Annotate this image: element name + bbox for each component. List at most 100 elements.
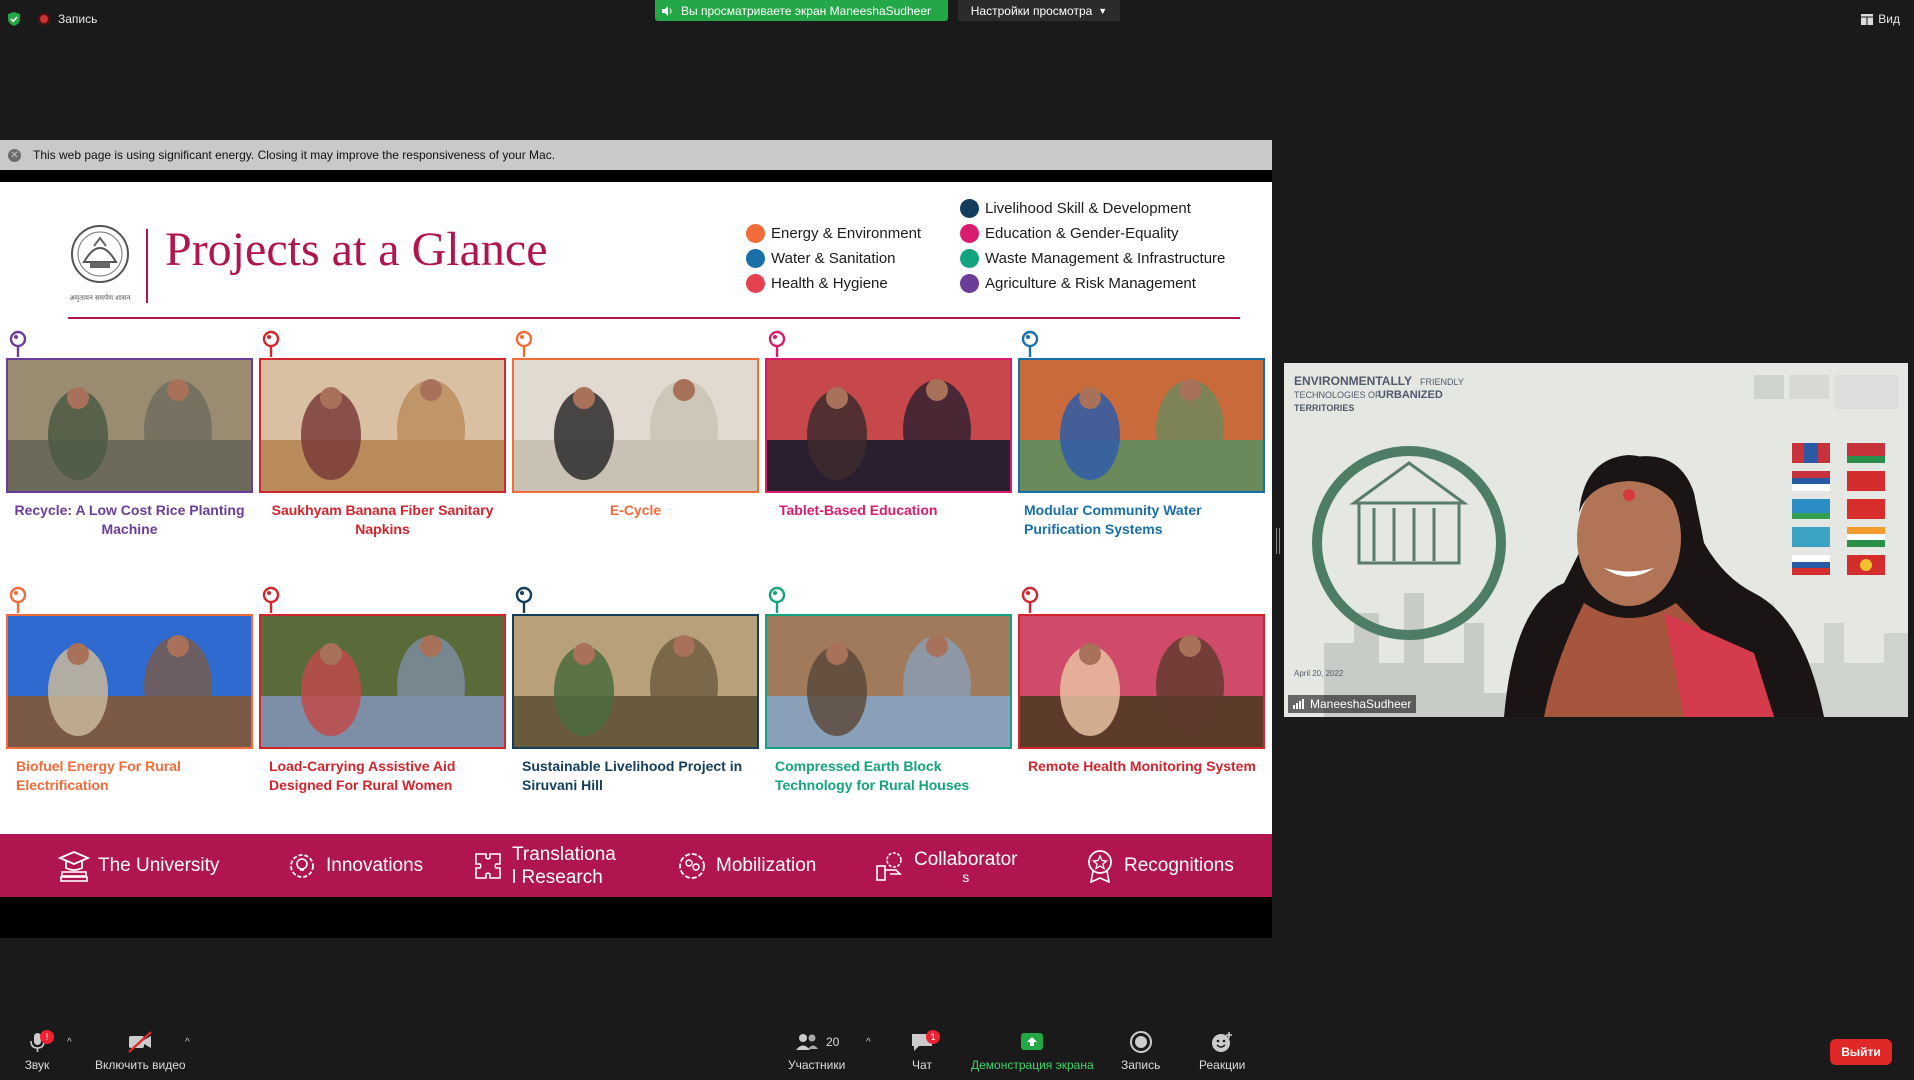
nav-mobilization[interactable]: Mobilization [674, 848, 816, 884]
video-off-icon [128, 1031, 153, 1053]
bg-date: April 20, 2022 [1294, 669, 1344, 678]
audio-options-caret[interactable]: ^ [67, 1037, 72, 1048]
gear-people-icon [679, 852, 705, 879]
nav-label: Mobilization [716, 854, 817, 876]
map-pin-icon [1021, 330, 1039, 357]
presentation-slide: अमृतायन समर्पण शासन Projects at a Glance… [0, 182, 1272, 897]
nav-label: Translationa [512, 843, 616, 865]
legend-item: Agriculture & Risk Management [960, 274, 1196, 293]
legend-item: Energy & Environment [746, 224, 921, 243]
legend-label: Waste Management & Infrastructure [985, 250, 1226, 267]
gear-lightbulb-icon [290, 853, 314, 878]
audio-label: Звук [24, 1058, 50, 1072]
puzzle-icon [475, 852, 501, 879]
chat-label: Чат [912, 1058, 932, 1072]
project-card[interactable]: Remote Health Monitoring System [1018, 586, 1265, 776]
nav-label-line2: l Research [512, 866, 603, 888]
grid-view-icon [1861, 13, 1874, 25]
nav-the-university[interactable]: The University [56, 848, 219, 884]
project-photo [1018, 614, 1265, 749]
legend-dot-icon [960, 224, 979, 243]
project-card[interactable]: Saukhyam Banana Fiber Sanitary Napkins [259, 330, 506, 539]
title-rule [68, 317, 1240, 319]
project-photo [765, 614, 1012, 749]
start-video-button[interactable]: Включить видео [95, 1030, 186, 1072]
chat-unread-badge: 1 [926, 1030, 940, 1044]
title-divider [146, 229, 148, 303]
bg-title-line-2b: URBANIZED [1378, 389, 1443, 401]
view-options-label: Настройки просмотра [970, 3, 1093, 18]
virtual-background: ENVIRONMENTALLY FRIENDLY TECHNOLOGIES OF… [1284, 363, 1908, 717]
security-shield-icon[interactable] [6, 11, 22, 27]
reactions-button[interactable]: Реакции [1199, 1030, 1245, 1072]
participants-button[interactable]: 20 Участники [788, 1030, 845, 1072]
participants-label: Участники [788, 1058, 846, 1072]
recording-label: Запись [58, 12, 98, 26]
participants-icon-wrap: 20 [794, 1030, 839, 1054]
map-pin-icon [9, 586, 27, 613]
project-photo [512, 358, 759, 493]
legend-label: Energy & Environment [771, 225, 922, 242]
project-photo [6, 358, 253, 493]
legend-item: Waste Management & Infrastructure [960, 249, 1225, 268]
project-caption: Remote Health Monitoring System [1028, 758, 1256, 774]
project-card[interactable]: Modular Community Water Purification Sys… [1018, 330, 1265, 539]
nav-label-line2: s [962, 869, 970, 885]
project-photo [1018, 358, 1265, 493]
participant-video[interactable]: ENVIRONMENTALLY FRIENDLY TECHNOLOGIES OF… [1284, 363, 1908, 717]
legend-dot-icon [746, 249, 765, 268]
logo-caption: अमृतायन समर्पण शासन [70, 293, 131, 302]
share-screen-button[interactable]: Демонстрация экрана [971, 1030, 1094, 1072]
participant-name: ManeeshaSudheer [1310, 697, 1412, 711]
award-badge-icon [1088, 849, 1112, 883]
record-icon [1129, 1031, 1152, 1053]
map-pin-icon [1021, 586, 1039, 613]
nav-label: Recognitions [1124, 854, 1234, 876]
legend-dot-icon [960, 249, 979, 268]
project-card[interactable]: Sustainable Livelihood Project in Siruva… [512, 586, 759, 795]
legend-label: Education & Gender-Equality [985, 225, 1179, 242]
project-photo [512, 614, 759, 749]
project-photo [259, 358, 506, 493]
nav-label-wrap: Translationa l Research [512, 843, 616, 889]
project-card[interactable]: Tablet-Based Education [765, 330, 1012, 520]
resize-handle[interactable] [1276, 528, 1280, 554]
view-button[interactable]: Вид [1861, 12, 1900, 26]
legend-item: Education & Gender-Equality [960, 224, 1178, 243]
map-pin-icon [515, 586, 533, 613]
project-caption: Saukhyam Banana Fiber Sanitary Napkins [271, 502, 494, 537]
start-video-label: Включить видео [95, 1058, 186, 1072]
view-button-label: Вид [1878, 12, 1900, 26]
signal-bars-icon [1293, 699, 1304, 709]
nav-translational-research[interactable]: Translationa l Research [470, 843, 616, 889]
close-warning-icon[interactable]: ✕ [8, 148, 21, 162]
chevron-down-icon: ▼ [1098, 5, 1108, 16]
project-card[interactable]: Compressed Earth Block Technology for Ru… [765, 586, 1012, 795]
nav-label-wrap: Collaborator s [914, 848, 1018, 885]
project-caption: Modular Community Water Purification Sys… [1024, 502, 1202, 537]
project-card[interactable]: E-Cycle [512, 330, 759, 520]
bg-title-line-3: TERRITORIES [1294, 403, 1354, 413]
nav-innovations[interactable]: Innovations [284, 848, 423, 884]
nav-label: The University [98, 854, 220, 876]
project-photo [765, 358, 1012, 493]
project-card[interactable]: Load-Carrying Assistive Aid Designed For… [259, 586, 506, 795]
slide-navigation-band: The University Innovations Translationa … [0, 834, 1272, 897]
nav-recognitions[interactable]: Recognitions [1082, 848, 1234, 884]
participants-options-caret[interactable]: ^ [866, 1037, 871, 1048]
view-options-dropdown[interactable]: Настройки просмотра ▼ [958, 0, 1120, 21]
record-button[interactable]: Запись [1121, 1030, 1160, 1072]
share-screen-label: Демонстрация экрана [971, 1058, 1094, 1072]
nav-collaborators[interactable]: Collaborator s [872, 848, 1018, 884]
recording-indicator[interactable]: Запись [38, 12, 97, 26]
share-screen-icon [1021, 1033, 1044, 1050]
leave-meeting-button[interactable]: Выйти [1830, 1039, 1892, 1065]
map-pin-icon [9, 330, 27, 357]
project-caption: Recycle: A Low Cost Rice Planting Machin… [14, 502, 245, 537]
video-options-caret[interactable]: ^ [185, 1037, 190, 1048]
project-card[interactable]: Recycle: A Low Cost Rice Planting Machin… [6, 330, 253, 539]
project-card[interactable]: Biofuel Energy For Rural Electrification [6, 586, 253, 795]
legend-label: Health & Hygiene [771, 275, 888, 292]
map-pin-icon [768, 330, 786, 357]
project-caption: Sustainable Livelihood Project in Siruva… [522, 758, 743, 793]
